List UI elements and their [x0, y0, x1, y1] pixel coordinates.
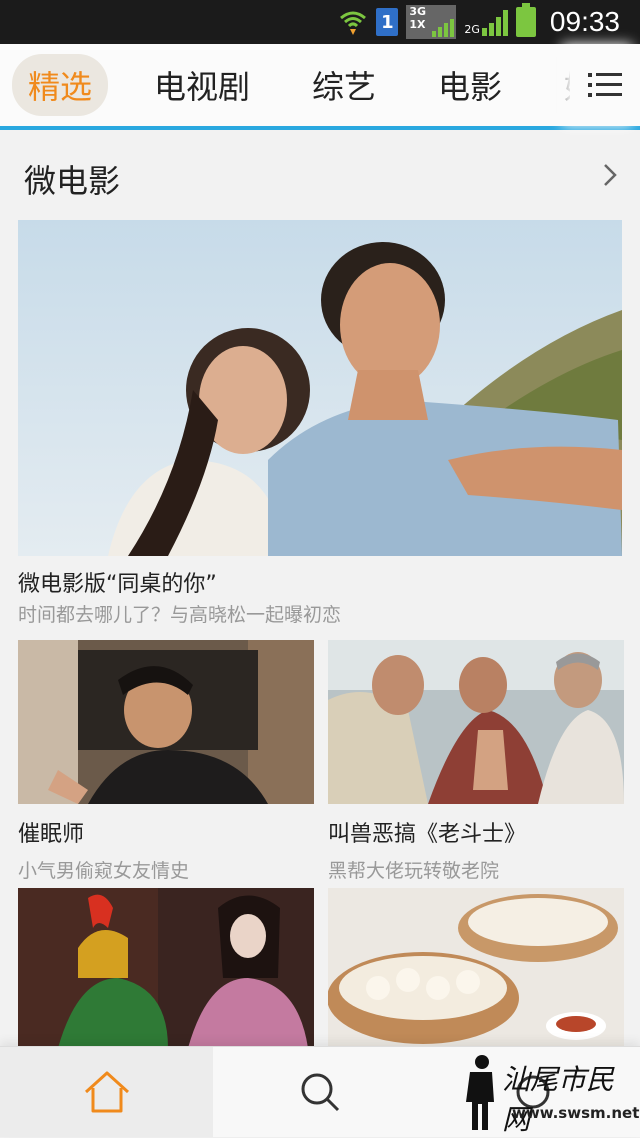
- home-icon: [84, 1071, 129, 1113]
- video-title: 叫兽恶搞《老斗士》: [328, 822, 527, 847]
- wifi-icon: [340, 11, 367, 35]
- video-thumbnail[interactable]: [328, 888, 624, 1048]
- watermark-text: 汕尾市民网: [502, 1063, 615, 1136]
- category-tab-bar: 精选 电视剧 综艺 电影 好莱: [0, 44, 640, 130]
- tab-tv-series[interactable]: 电视剧: [138, 54, 266, 116]
- hero-thumbnail[interactable]: [18, 220, 622, 556]
- video-card[interactable]: [328, 888, 624, 1048]
- hero-subtitle: 时间都去哪儿了？与高晓松一起曝初恋: [18, 604, 342, 626]
- video-subtitle: 小气男偷窥女友情史: [18, 860, 190, 882]
- tab-variety[interactable]: 综艺: [296, 54, 392, 116]
- status-bar: 1 3G 1X 2G 09:33: [0, 0, 640, 44]
- tab-movies[interactable]: 电影: [422, 54, 518, 116]
- video-thumbnail[interactable]: [18, 640, 314, 804]
- sim-icon: 1: [376, 8, 399, 36]
- nav-home[interactable]: [0, 1047, 213, 1137]
- video-card[interactable]: 催眠师 小气男偷窥女友情史: [18, 640, 314, 883]
- battery-icon: [515, 3, 536, 37]
- chevron-right-icon[interactable]: [598, 160, 622, 190]
- category-tabs: 精选 电视剧 综艺 电影 好莱: [12, 44, 572, 126]
- section-header[interactable]: 微电影: [0, 130, 640, 220]
- video-subtitle: 黑帮大佬玩转敬老院: [328, 860, 500, 882]
- category-menu-button[interactable]: [570, 44, 640, 126]
- network-3g-label: 3G: [409, 5, 427, 18]
- tab-hollywood[interactable]: 好莱: [548, 54, 572, 116]
- video-title: 催眠师: [18, 822, 85, 847]
- list-menu-icon: [588, 71, 622, 99]
- hero-title[interactable]: 微电影版“同桌的你”: [18, 566, 217, 598]
- network-icon: 3G 1X: [406, 5, 457, 39]
- video-card[interactable]: 叫兽恶搞《老斗士》 黑帮大佬玩转敬老院: [328, 640, 624, 883]
- section-title: 微电影: [24, 162, 121, 200]
- search-icon: [301, 1073, 339, 1112]
- network-2g-label: 2G: [464, 23, 480, 36]
- watermark: 汕尾市民网 www.swsm.net: [462, 1054, 639, 1136]
- signal-icon: 2G: [464, 8, 508, 36]
- watermark-url: www.swsm.net: [512, 1104, 640, 1122]
- video-thumbnail[interactable]: [328, 640, 624, 804]
- nav-search[interactable]: [213, 1047, 426, 1137]
- tab-featured[interactable]: 精选: [12, 54, 109, 116]
- status-time: 09:33: [549, 6, 620, 37]
- silhouette-icon: [466, 1055, 494, 1130]
- video-card[interactable]: [18, 888, 314, 1048]
- video-thumbnail[interactable]: [18, 888, 314, 1048]
